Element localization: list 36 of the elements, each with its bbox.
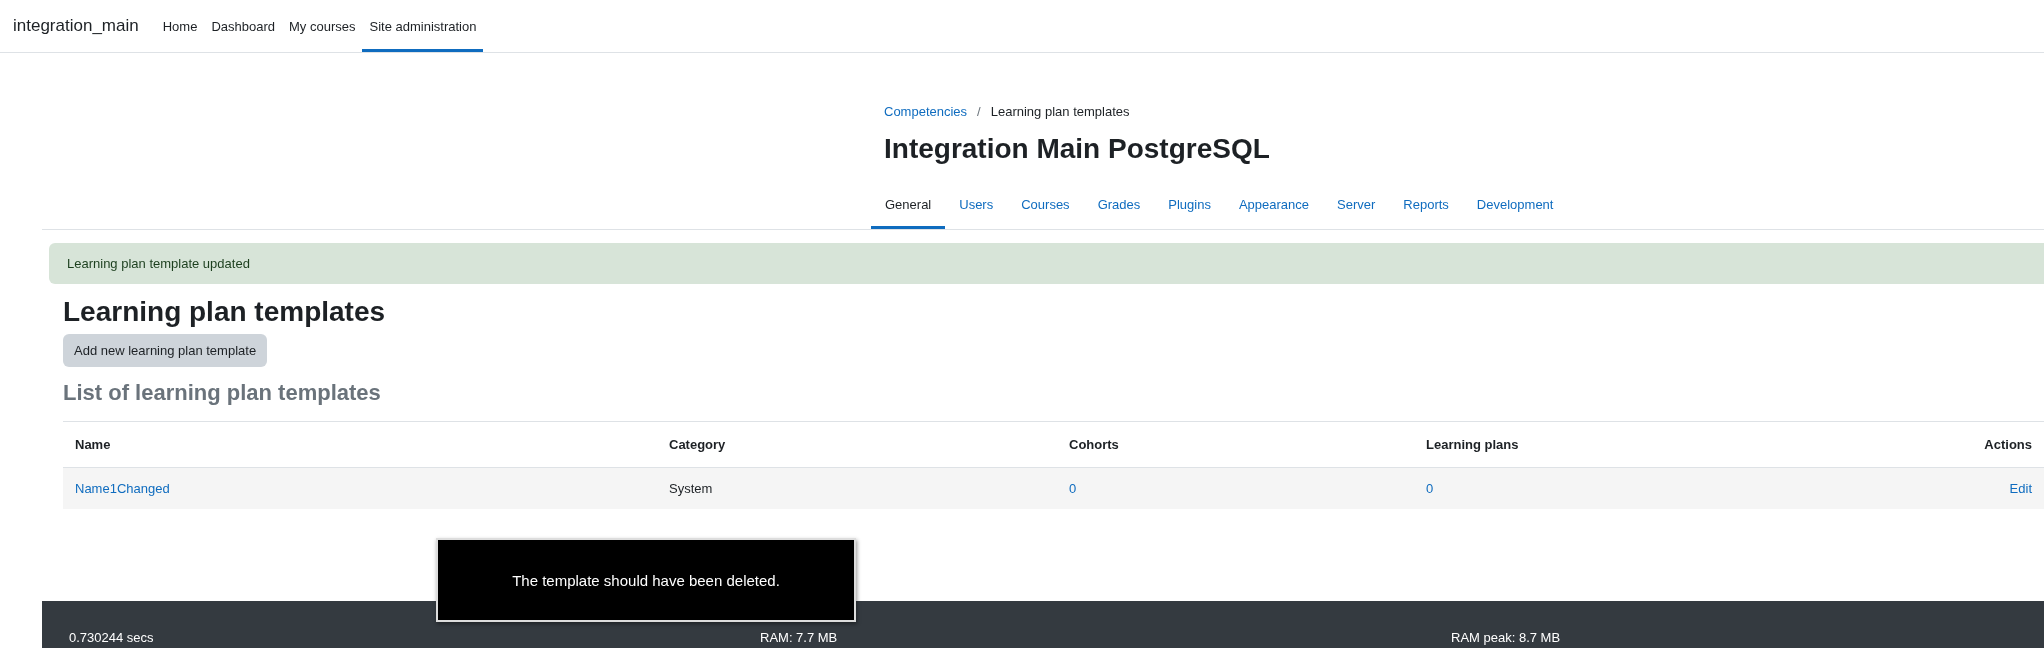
page-title: Integration Main PostgreSQL [884, 132, 1271, 166]
table-link[interactable]: Edit [2009, 480, 2032, 496]
tab[interactable]: Users [945, 184, 1008, 229]
nav-link[interactable]: My courses [282, 0, 363, 52]
add-template-button[interactable]: Add new learning plan template [63, 333, 268, 367]
tab[interactable]: Development [1462, 184, 1568, 229]
nav-link[interactable]: Home [155, 0, 205, 52]
breadcrumb-separator: / [977, 104, 981, 119]
column-header: Actions [1804, 421, 2044, 468]
footer-stat: RAM: 7.7 MB [760, 629, 839, 645]
footer-stat: 0.730244 secs [69, 629, 155, 645]
success-alert: Learning plan template updated [49, 242, 2044, 284]
column-header: Category [657, 421, 1057, 468]
table-link[interactable]: 0 [1426, 480, 1434, 496]
overlay-message: The template should have been deleted. [436, 538, 856, 622]
tab[interactable]: Reports [1389, 184, 1463, 229]
breadcrumb-current: Learning plan templates [990, 104, 1130, 119]
table-link[interactable]: 0 [1069, 480, 1077, 496]
nav-link[interactable]: Site administration [362, 0, 484, 52]
table-link[interactable]: Name1Changed [75, 480, 170, 496]
section-heading: Learning plan templates [63, 295, 387, 328]
tab[interactable]: Courses [1007, 184, 1084, 229]
site-name[interactable]: integration_main [13, 16, 139, 36]
breadcrumb-link[interactable]: Competencies [884, 104, 968, 119]
column-header: Cohorts [1057, 421, 1414, 468]
tab[interactable]: Server [1323, 184, 1390, 229]
list-heading: List of learning plan templates [63, 379, 382, 406]
nav-link[interactable]: Dashboard [204, 0, 282, 52]
tab[interactable]: Plugins [1154, 184, 1225, 229]
column-header: Name [63, 421, 657, 468]
tab[interactable]: Grades [1083, 184, 1155, 229]
tab[interactable]: Appearance [1224, 184, 1324, 229]
footer-stat: RAM peak: 8.7 MB [1451, 629, 1562, 645]
tab[interactable]: General [871, 184, 946, 229]
table-cell: System [669, 480, 713, 496]
column-header: Learning plans [1414, 421, 1804, 468]
